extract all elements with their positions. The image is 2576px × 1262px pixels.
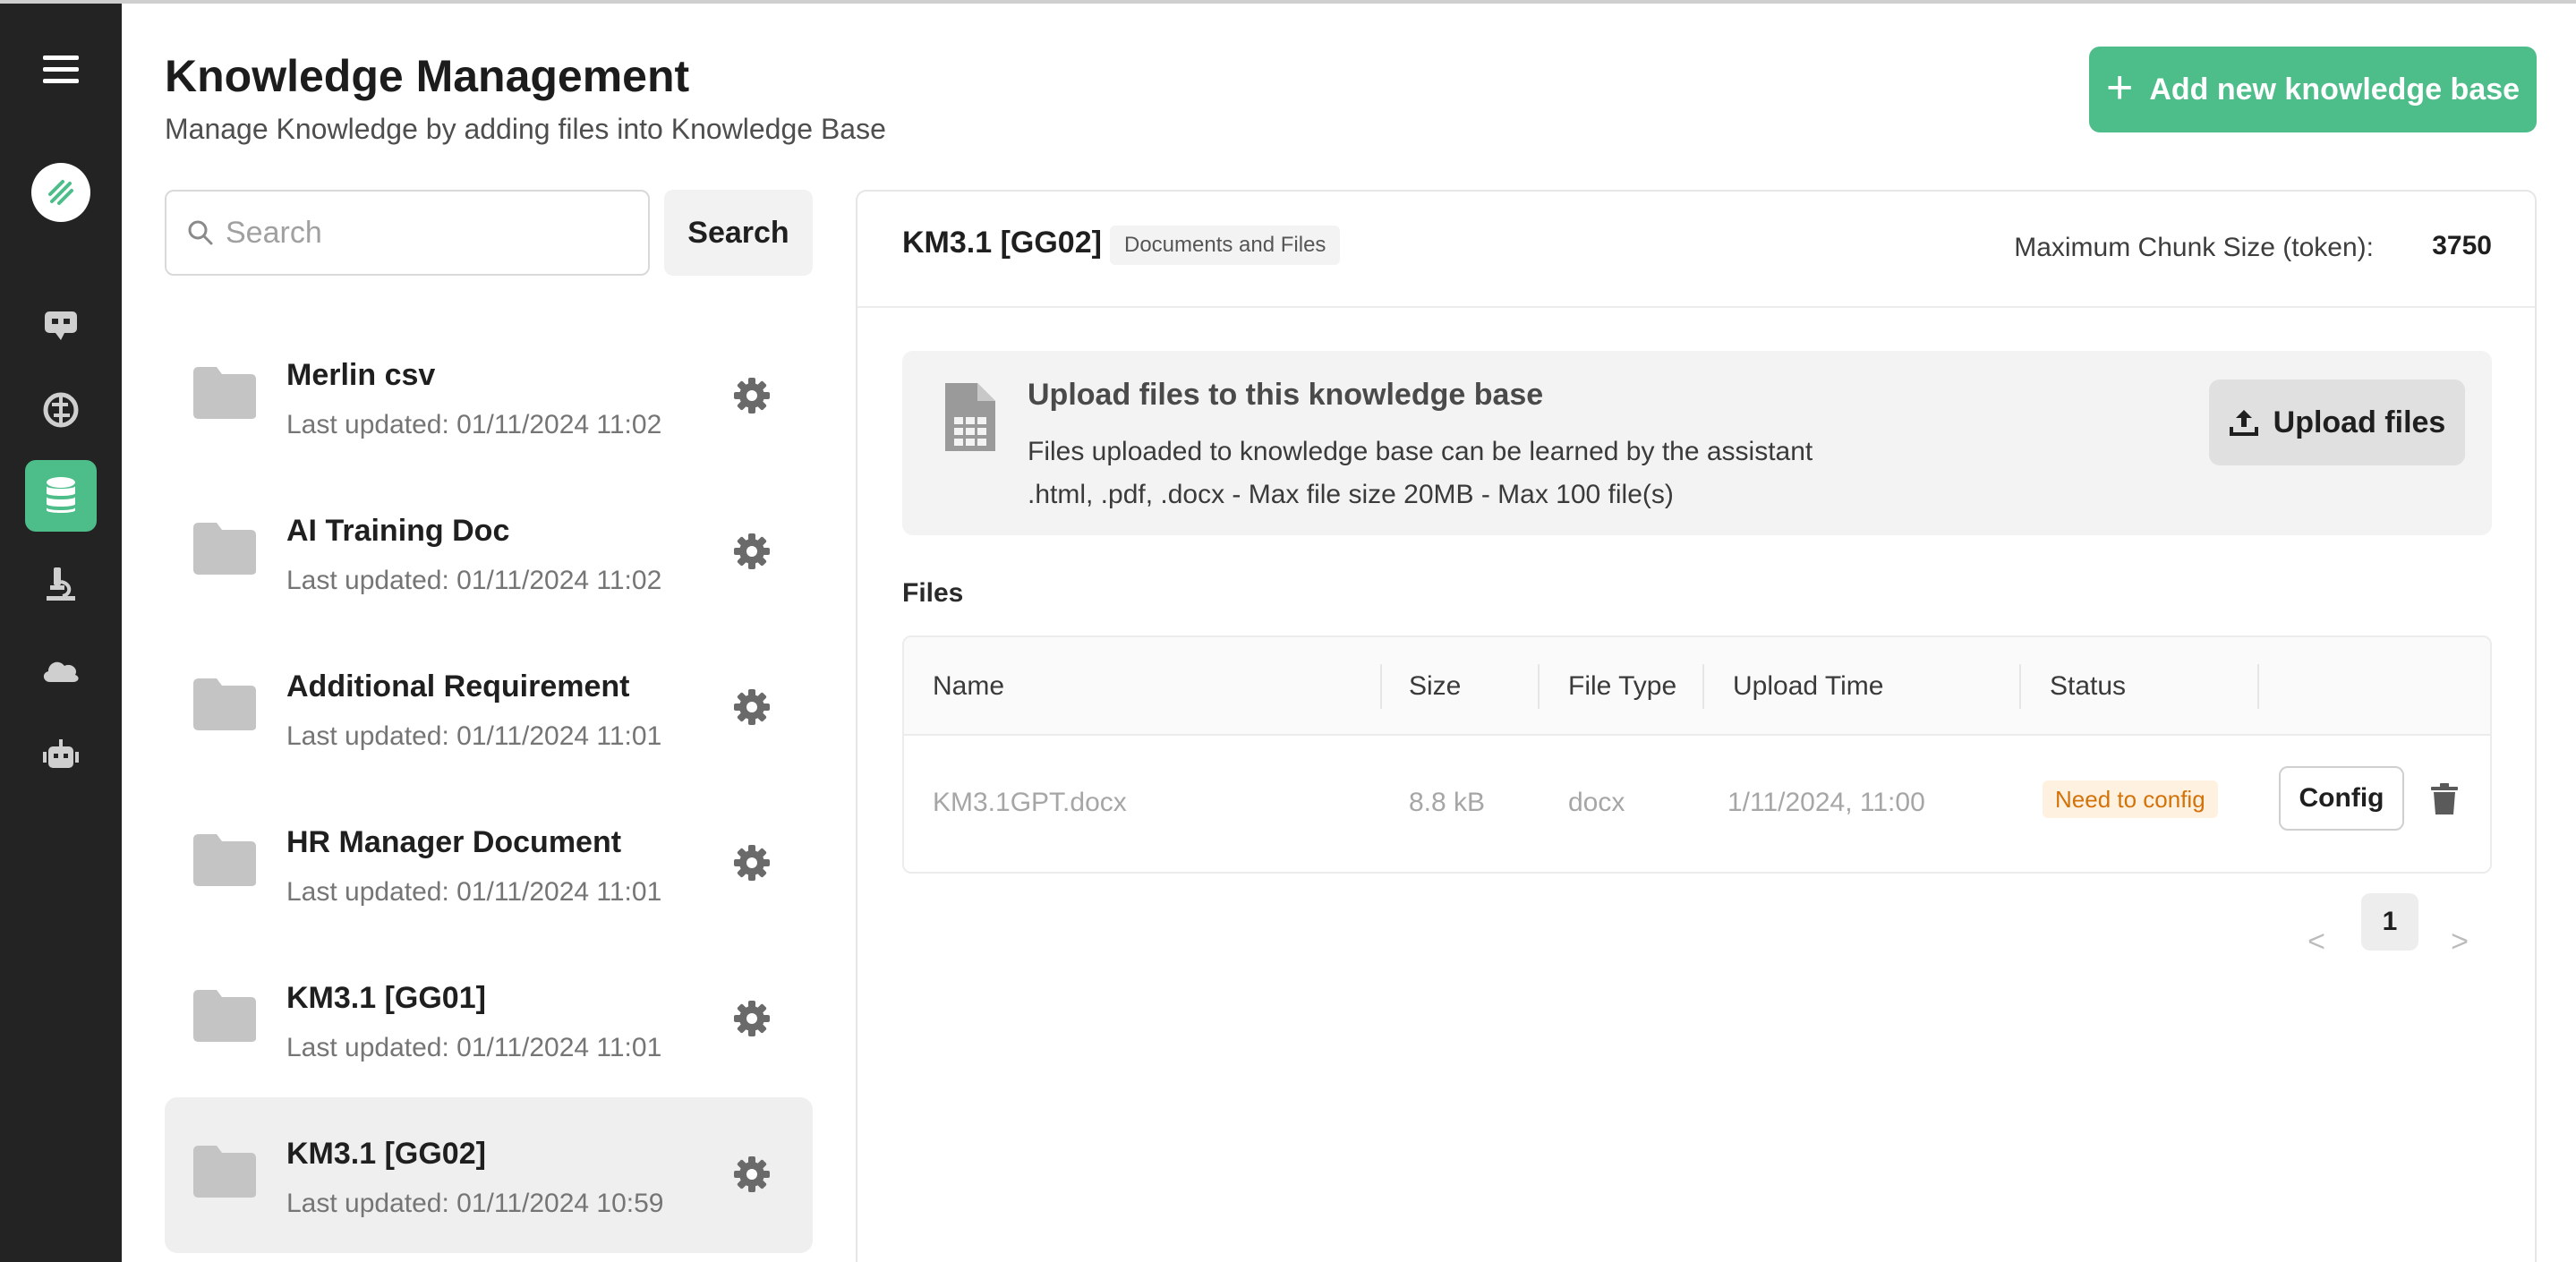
column-divider [1538, 664, 1540, 709]
status-badge: Need to config [2043, 780, 2218, 818]
pagination-prev-button[interactable]: < [2299, 915, 2334, 968]
kb-name: Merlin csv [286, 358, 436, 392]
add-knowledge-base-button[interactable]: + Add new knowledge base [2089, 47, 2537, 132]
search-box[interactable] [165, 190, 650, 276]
files-section-label: Files [902, 578, 964, 608]
folder-icon [193, 1146, 256, 1198]
kb-type-tag: Documents and Files [1110, 226, 1341, 265]
files-table: Name Size File Type Upload Time Status K… [902, 635, 2492, 874]
column-header-size[interactable]: Size [1409, 637, 1461, 736]
sidebar-rail [0, 4, 122, 1262]
kb-list-item[interactable]: AI Training Doc Last updated: 01/11/2024… [165, 474, 813, 630]
gear-icon[interactable] [732, 532, 772, 571]
column-divider [2257, 664, 2259, 709]
kb-updated: Last updated: 01/11/2024 10:59 [286, 1189, 664, 1218]
gear-icon[interactable] [732, 843, 772, 883]
table-header: Name Size File Type Upload Time Status [904, 637, 2490, 736]
panel-header: KM3.1 [GG02] Documents and Files Maximum… [857, 192, 2535, 308]
upload-description: Files uploaded to knowledge base can be … [1028, 437, 1813, 466]
kb-updated: Last updated: 01/11/2024 11:01 [286, 721, 662, 751]
brand-logo-icon[interactable] [31, 163, 90, 222]
kb-updated: Last updated: 01/11/2024 11:02 [286, 410, 662, 439]
column-header-name[interactable]: Name [933, 637, 1004, 736]
kb-updated: Last updated: 01/11/2024 11:01 [286, 1033, 662, 1062]
gear-icon[interactable] [732, 376, 772, 415]
file-type-cell: docx [1568, 788, 1625, 817]
upload-icon [2229, 410, 2258, 436]
column-divider [1702, 664, 1704, 709]
kb-updated: Last updated: 01/11/2024 11:02 [286, 566, 662, 595]
config-button[interactable]: Config [2279, 766, 2404, 831]
gear-icon[interactable] [732, 1155, 772, 1194]
kb-list-item-selected[interactable]: KM3.1 [GG02] Last updated: 01/11/2024 10… [165, 1097, 813, 1253]
folder-icon [193, 990, 256, 1042]
knowledge-base-detail-panel: KM3.1 [GG02] Documents and Files Maximum… [856, 190, 2537, 1262]
menu-icon[interactable] [43, 55, 79, 86]
plus-icon: + [2105, 62, 2134, 114]
kb-detail-title: KM3.1 [GG02] [902, 226, 1102, 260]
kb-list-item[interactable]: Additional Requirement Last updated: 01/… [165, 630, 813, 786]
kb-list-item[interactable]: Merlin csv Last updated: 01/11/2024 11:0… [165, 319, 813, 474]
page-subtitle: Manage Knowledge by adding files into Kn… [165, 113, 886, 145]
gear-icon[interactable] [732, 687, 772, 727]
column-header-file-type[interactable]: File Type [1568, 637, 1676, 736]
column-divider [2019, 664, 2021, 709]
folder-icon [193, 367, 256, 419]
folder-icon [193, 678, 256, 730]
kb-updated: Last updated: 01/11/2024 11:01 [286, 877, 662, 907]
microscope-icon[interactable] [25, 548, 97, 619]
column-header-upload-time[interactable]: Upload Time [1733, 637, 1883, 736]
kb-list-item[interactable]: KM3.1 [GG01] Last updated: 01/11/2024 11… [165, 942, 813, 1097]
kb-name: Additional Requirement [286, 669, 630, 703]
kb-name: HR Manager Document [286, 825, 622, 859]
kb-name: KM3.1 [GG02] [286, 1137, 486, 1171]
top-divider [0, 0, 2576, 4]
column-divider [1380, 664, 1382, 709]
gear-icon[interactable] [732, 999, 772, 1038]
search-icon [188, 220, 213, 245]
brain-icon[interactable] [25, 374, 97, 446]
file-spreadsheet-icon [945, 383, 995, 451]
chat-bot-icon[interactable] [25, 288, 97, 360]
folder-icon [193, 523, 256, 575]
kb-list-item[interactable]: HR Manager Document Last updated: 01/11/… [165, 786, 813, 942]
robot-icon[interactable] [25, 720, 97, 791]
search-input[interactable] [226, 215, 619, 251]
pagination-page-1[interactable]: 1 [2361, 893, 2418, 951]
chunk-size-label: Maximum Chunk Size (token): [2014, 233, 2374, 262]
upload-files-button[interactable]: Upload files [2209, 379, 2465, 465]
file-name-cell: KM3.1GPT.docx [933, 788, 1127, 817]
upload-area: Upload files to this knowledge base File… [902, 351, 2492, 535]
search-button[interactable]: Search [664, 190, 813, 276]
folder-icon [193, 834, 256, 886]
upload-file-types: .html, .pdf, .docx - Max file size 20MB … [1028, 480, 1674, 509]
file-size-cell: 8.8 kB [1409, 788, 1486, 817]
page-title: Knowledge Management [165, 51, 690, 101]
trash-icon[interactable] [2429, 782, 2460, 816]
upload-time-cell: 1/11/2024, 11:00 [1727, 788, 1925, 817]
column-header-status[interactable]: Status [2050, 637, 2126, 736]
upload-files-label: Upload files [2273, 405, 2446, 439]
kb-name: KM3.1 [GG01] [286, 981, 486, 1015]
pagination-next-button[interactable]: > [2442, 915, 2478, 968]
database-icon[interactable] [25, 460, 97, 532]
kb-name: AI Training Doc [286, 514, 510, 548]
add-knowledge-base-label: Add new knowledge base [2149, 72, 2521, 107]
chunk-size-value: 3750 [2432, 231, 2492, 260]
upload-title: Upload files to this knowledge base [1028, 378, 1544, 412]
cloud-icon[interactable] [25, 634, 97, 705]
